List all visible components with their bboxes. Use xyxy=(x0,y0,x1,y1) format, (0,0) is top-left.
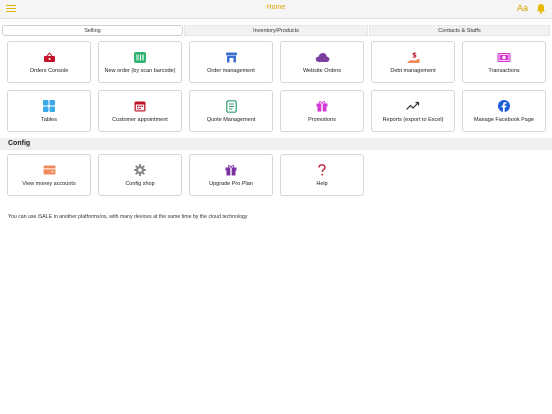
tile-label: New order (by scan barcode) xyxy=(104,68,176,74)
tile-label: Reports (export to Excel) xyxy=(382,117,444,123)
tile-label: Customer appointment xyxy=(112,117,168,123)
tile-website-orders[interactable]: Website Orders xyxy=(280,41,364,83)
wallet-icon xyxy=(43,165,55,175)
tile-reports-excel[interactable]: Reports (export to Excel) xyxy=(371,90,455,132)
tile-upgrade-pro-plan[interactable]: Upgrade Pro Plan xyxy=(189,154,273,196)
tile-label: Tables xyxy=(41,117,57,123)
section-title: Config xyxy=(8,140,31,147)
svg-text:$: $ xyxy=(412,51,417,59)
cloud-icon xyxy=(315,52,329,62)
tile-order-management[interactable]: Order management xyxy=(189,41,273,83)
gift-icon xyxy=(316,101,328,112)
grid-icon xyxy=(43,100,55,112)
tab-contacts-staffs[interactable]: Contacts & Staffs xyxy=(369,25,550,36)
config-section-header: Config xyxy=(0,138,552,150)
store-icon xyxy=(225,52,237,62)
tile-tables[interactable]: Tables xyxy=(7,90,91,132)
tile-label: Upgrade Pro Plan xyxy=(209,181,253,187)
top-bar: Home Aa xyxy=(0,0,552,19)
tab-bar: Selling Inventory/Products Contacts & St… xyxy=(0,25,552,37)
tile-label: View money accounts xyxy=(22,181,76,187)
tile-label: Transactions xyxy=(488,68,520,74)
platform-note: You can use iSALE in another platforms/o… xyxy=(8,214,248,220)
tab-selling[interactable]: Selling xyxy=(2,25,183,36)
tile-label: Help xyxy=(316,181,328,187)
gear-icon xyxy=(134,164,146,176)
tile-quote-management[interactable]: Quote Management xyxy=(189,90,273,132)
tile-promotions[interactable]: Promotions xyxy=(280,90,364,132)
gift-icon xyxy=(225,165,237,176)
tile-debt-management[interactable]: $ Debt management xyxy=(371,41,455,83)
tab-inventory-products[interactable]: Inventory/Products xyxy=(184,25,368,36)
trending-up-icon xyxy=(406,101,420,110)
document-icon xyxy=(225,99,237,113)
tile-label: Order management xyxy=(207,68,255,74)
calendar-icon xyxy=(134,101,146,112)
tile-help[interactable]: Help xyxy=(280,154,364,196)
bell-icon[interactable] xyxy=(536,3,546,14)
barcode-icon xyxy=(134,51,146,63)
tile-label: Orders Console xyxy=(29,68,69,74)
font-size-icon[interactable]: Aa xyxy=(517,3,528,13)
tile-manage-facebook-page[interactable]: Manage Facebook Page xyxy=(462,90,546,132)
tile-transactions[interactable]: Transactions xyxy=(462,41,546,83)
tile-label: Config shop xyxy=(125,181,155,187)
cash-icon xyxy=(497,52,511,62)
page-title: Home xyxy=(266,4,286,11)
tile-new-order-barcode[interactable]: New order (by scan barcode) xyxy=(98,41,182,83)
basket-icon xyxy=(43,51,55,62)
tile-customer-appointment[interactable]: Customer appointment xyxy=(98,90,182,132)
tile-orders-console[interactable]: Orders Console xyxy=(7,41,91,83)
debt-icon: $ xyxy=(407,51,419,63)
tile-view-money-accounts[interactable]: View money accounts xyxy=(7,154,91,196)
tile-label: Website Orders xyxy=(302,68,342,74)
tile-label: Manage Facebook Page xyxy=(474,117,534,123)
tile-config-shop[interactable]: Config shop xyxy=(98,154,182,196)
menu-icon[interactable] xyxy=(6,5,16,13)
facebook-icon xyxy=(498,100,510,112)
tile-label: Promotions xyxy=(308,117,336,123)
question-icon xyxy=(318,164,326,176)
tile-label: Quote Management xyxy=(206,117,256,123)
tile-label: Debt management xyxy=(390,68,436,74)
